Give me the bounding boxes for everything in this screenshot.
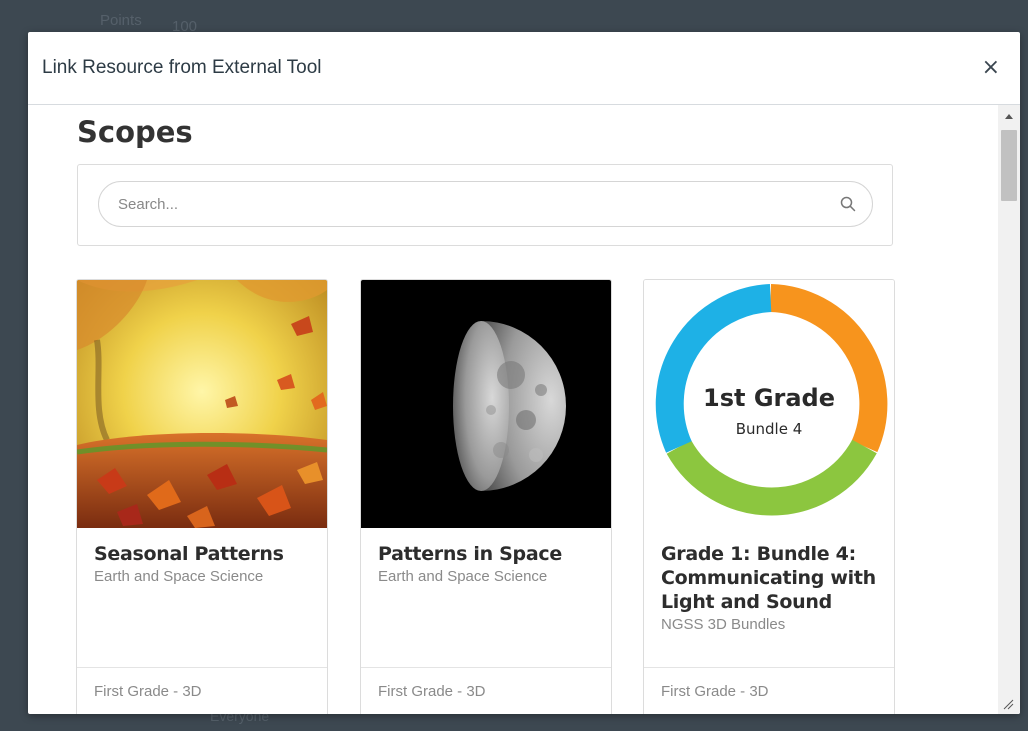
card-grade-label: First Grade - 3D: [77, 667, 327, 714]
card-subtitle: Earth and Space Science: [94, 568, 264, 586]
card-content: Seasonal Patterns Earth and Space Scienc…: [77, 528, 327, 585]
card-image-half-moon: [361, 280, 611, 528]
search-input[interactable]: [118, 195, 840, 213]
scope-card-patterns-in-space[interactable]: Patterns in Space Earth and Space Scienc…: [360, 279, 612, 714]
scope-card-grade-1-bundle-4[interactable]: 1st Grade Bundle 4 Grade 1: Bundle 4: Co…: [643, 279, 895, 714]
search-field[interactable]: [98, 181, 873, 227]
card-title: Patterns in Space: [378, 543, 562, 565]
scope-card-seasonal-patterns[interactable]: Seasonal Patterns Earth and Space Scienc…: [76, 279, 328, 714]
page-title: Scopes: [77, 115, 193, 149]
card-content: Grade 1: Bundle 4: Communicating with Li…: [644, 528, 894, 633]
scroll-up-arrow-icon[interactable]: [1005, 114, 1013, 119]
background-points-label: Points: [100, 12, 142, 29]
ring-bundle-text: Bundle 4: [736, 420, 803, 438]
resize-grip-icon[interactable]: [1002, 698, 1014, 710]
modal-title: Link Resource from External Tool: [42, 57, 322, 78]
external-tool-modal: Link Resource from External Tool × Scope…: [28, 32, 1020, 714]
card-subtitle: Earth and Space Science: [378, 568, 548, 586]
card-image-autumn-leaves: [77, 280, 327, 528]
search-icon[interactable]: [840, 196, 856, 212]
card-title: Seasonal Patterns: [94, 543, 284, 565]
card-content: Patterns in Space Earth and Space Scienc…: [361, 528, 611, 585]
modal-body: Scopes Search... Seasonal Patterns Earth…: [28, 105, 998, 714]
ring-grade-text: 1st Grade: [703, 384, 835, 412]
scroll-thumb[interactable]: [1001, 130, 1017, 201]
card-grade-label: First Grade - 3D: [644, 667, 894, 714]
close-button[interactable]: ×: [978, 53, 1004, 83]
card-grade-label: First Grade - 3D: [361, 667, 611, 714]
modal-header: Link Resource from External Tool ×: [28, 32, 1020, 105]
search-panel: [77, 164, 893, 246]
card-subtitle: NGSS 3D Bundles: [661, 616, 786, 634]
card-image-grade-ring: 1st Grade Bundle 4: [644, 280, 894, 528]
modal-scrollbar[interactable]: [998, 105, 1020, 714]
card-title: Grade 1: Bundle 4: Communicating with Li…: [661, 543, 876, 614]
